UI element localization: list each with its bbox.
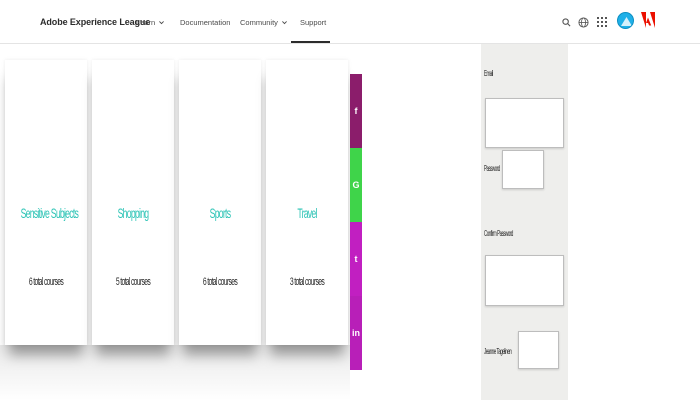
- brand-title[interactable]: Adobe Experience League: [40, 17, 150, 27]
- course-title: Sports: [209, 205, 231, 221]
- apps-grid-icon[interactable]: [595, 15, 609, 29]
- course-count: 3 total courses: [289, 276, 325, 288]
- nav-item-label: Community: [240, 18, 278, 27]
- password-label: Password: [484, 164, 500, 173]
- google-plus-icon: G: [352, 180, 360, 190]
- email-field[interactable]: [485, 98, 564, 148]
- cards-shadow: [0, 345, 350, 400]
- course-count: 6 total courses: [202, 276, 238, 288]
- password-field[interactable]: [502, 150, 544, 189]
- chevron-down-icon: [159, 21, 165, 25]
- active-nav-indicator: [291, 41, 330, 43]
- email-label: Email: [484, 69, 493, 78]
- course-card[interactable]: Sensitive Subjects 6 total courses: [5, 60, 87, 345]
- course-count: 6 total courses: [28, 276, 64, 288]
- google-plus-share-button[interactable]: G: [350, 148, 362, 222]
- confirm-password-label: Confirm Password: [484, 229, 513, 238]
- course-title: Shopping: [117, 205, 149, 221]
- nav-item-documentation[interactable]: Documentation: [180, 18, 230, 27]
- facebook-icon: f: [354, 106, 358, 116]
- linkedin-share-button[interactable]: in: [350, 296, 362, 370]
- search-icon[interactable]: [559, 15, 573, 29]
- course-card[interactable]: Shopping 5 total courses: [92, 60, 174, 345]
- nav-item-label: Support: [300, 18, 327, 27]
- course-title: Sensitive Subjects: [20, 205, 79, 221]
- chevron-down-icon: [282, 21, 287, 25]
- confirm-password-field[interactable]: [485, 255, 564, 306]
- course-count: 5 total courses: [115, 276, 151, 288]
- extra-field-label: Jeanne Tagelinen: [484, 347, 512, 356]
- facebook-share-button[interactable]: f: [350, 74, 362, 148]
- globe-icon[interactable]: [576, 15, 590, 29]
- nav-item-label: Learn: [136, 18, 156, 27]
- course-title: Travel: [297, 205, 317, 221]
- twitter-icon: t: [354, 254, 358, 264]
- nav-item-learn[interactable]: Learn: [136, 18, 165, 27]
- top-navigation: Adobe Experience League Learn Documentat…: [0, 0, 700, 44]
- extra-field-input[interactable]: [518, 331, 559, 369]
- linkedin-icon: in: [352, 328, 360, 338]
- adobe-logo-icon[interactable]: [641, 12, 655, 28]
- nav-item-label: Documentation: [180, 18, 231, 27]
- nav-item-support[interactable]: Support: [300, 18, 326, 27]
- course-card[interactable]: Sports 6 total courses: [179, 60, 261, 345]
- twitter-share-button[interactable]: t: [350, 222, 362, 296]
- avatar[interactable]: [617, 12, 634, 29]
- nav-item-community[interactable]: Community: [240, 18, 288, 27]
- course-card[interactable]: Travel 3 total courses: [266, 60, 348, 345]
